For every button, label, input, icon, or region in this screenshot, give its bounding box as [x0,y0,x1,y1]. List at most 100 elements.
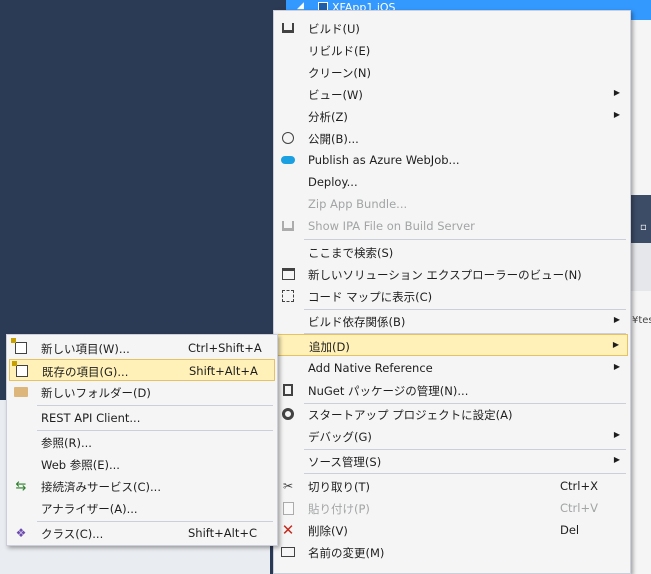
new-view-icon [280,266,296,282]
menu-item-delete[interactable]: ✕ 削除(V) Del [276,519,628,541]
code-map-icon [280,288,296,304]
menu-item-label: 追加(D) [309,340,350,354]
menu-item-label: 新しいソリューション エクスプローラーのビュー(N) [308,268,582,282]
gear-icon [280,406,296,422]
submenu-arrow-icon: ▶ [612,340,619,349]
menu-item-label: 貼り付け(P) [308,502,370,516]
menu-item-label: 切り取り(T) [308,480,370,494]
menu-item-label: アナライザー(A)... [41,502,138,516]
scissors-icon: ✂ [282,479,294,493]
right-panel-toolbar [630,243,651,291]
context-menu: ビルド(U) リビルド(E) クリーン(N) ビュー(W) ▶ 分析(Z) ▶ … [273,10,631,574]
menu-item-nuget[interactable]: NuGet パッケージの管理(N)... [276,379,628,401]
submenu-item-rest-api-client[interactable]: REST API Client... [9,407,275,429]
menu-item-label: ソース管理(S) [308,455,382,469]
menu-item-shortcut: Ctrl+Shift+A [188,341,262,355]
menu-item-label: REST API Client... [41,411,141,425]
menu-item-label: ビルド依存関係(B) [308,315,406,329]
menu-item-view[interactable]: ビュー(W) ▶ [276,83,628,105]
menu-item-label: Zip App Bundle... [308,197,408,211]
menu-item-source-control[interactable]: ソース管理(S) ▶ [276,450,628,472]
submenu-item-new-folder[interactable]: 新しいフォルダー(D) [9,381,275,403]
nuget-icon [280,382,296,398]
menu-item-zip-app-bundle[interactable]: Zip App Bundle... [276,193,628,215]
new-folder-icon [13,384,29,400]
submenu-item-connected-service[interactable]: ⇆ 接続済みサービス(C)... [9,475,275,497]
menu-item-label: Publish as Azure WebJob... [308,153,460,167]
menu-item-set-startup[interactable]: スタートアップ プロジェクトに設定(A) [276,403,628,425]
menu-item-build-dependencies[interactable]: ビルド依存関係(B) ▶ [276,310,628,332]
menu-item-shortcut: Ctrl+X [560,479,598,493]
submenu-item-web-reference[interactable]: Web 参照(E)... [9,453,275,475]
menu-item-label: 参照(R)... [41,436,92,450]
menu-item-cut[interactable]: ✂ 切り取り(T) Ctrl+X [276,475,628,497]
menu-item-new-explorer-view[interactable]: 新しいソリューション エクスプローラーのビュー(N) [276,263,628,285]
submenu-arrow-icon: ▶ [613,315,620,324]
menu-item-label: ビルド(U) [308,22,360,36]
submenu-item-new-item[interactable]: 新しい項目(W)... Ctrl+Shift+A [9,337,275,359]
menu-item-label: ここまで検索(S) [308,246,394,260]
menu-item-publish[interactable]: 公開(B)... [276,127,628,149]
build-icon [280,20,296,36]
submenu-item-class[interactable]: ❖ クラス(C)... Shift+Alt+C [9,522,275,544]
menu-separator [304,473,626,474]
delete-icon: ✕ [281,521,295,539]
menu-item-label: 既存の項目(G)... [42,365,129,379]
submenu-arrow-icon: ▶ [613,110,620,119]
menu-item-label: 接続済みサービス(C)... [41,480,161,494]
submenu-arrow-icon: ▶ [613,88,620,97]
menu-item-label: Show IPA File on Build Server [308,219,475,233]
menu-item-label: クリーン(N) [308,66,372,80]
menu-item-label: 名前の変更(M) [308,546,385,560]
menu-item-clean[interactable]: クリーン(N) [276,61,628,83]
menu-item-label: デバッグ(G) [308,430,372,444]
menu-item-build[interactable]: ビルド(U) [276,17,628,39]
menu-item-show-ipa[interactable]: Show IPA File on Build Server [276,215,628,237]
cloud-icon [280,152,296,168]
menu-item-label: NuGet パッケージの管理(N)... [308,384,469,398]
menu-item-label: 公開(B)... [308,132,359,146]
menu-item-paste[interactable]: 貼り付け(P) Ctrl+V [276,497,628,519]
right-panel-header [630,195,651,243]
menu-item-label: 削除(V) [308,524,348,538]
menu-item-label: 新しいフォルダー(D) [41,386,151,400]
menu-item-shortcut: Del [560,523,580,537]
menu-item-publish-webjob[interactable]: Publish as Azure WebJob... [276,149,628,171]
new-item-icon [11,338,29,356]
connected-service-icon: ⇆ [15,478,27,494]
menu-item-label: スタートアップ プロジェクトに設定(A) [308,408,513,422]
menu-item-label: 新しい項目(W)... [41,342,130,356]
menu-separator [304,239,626,240]
menu-item-rename[interactable]: 名前の変更(M) [276,541,628,563]
menu-item-shortcut: Shift+Alt+C [188,526,258,540]
submenu-item-reference[interactable]: 参照(R)... [9,431,275,453]
submenu-item-existing-item[interactable]: 既存の項目(G)... Shift+Alt+A [9,359,275,381]
menu-item-label: 分析(Z) [308,110,348,124]
build-server-icon [280,218,296,234]
class-icon: ❖ [15,526,27,540]
submenu-arrow-icon: ▶ [613,362,620,371]
menu-item-label: Deploy... [308,175,358,189]
menu-item-deploy[interactable]: Deploy... [276,171,628,193]
menu-item-analyze[interactable]: 分析(Z) ▶ [276,105,628,127]
menu-separator [37,405,273,406]
menu-item-code-map[interactable]: コード マップに表示(C) [276,285,628,307]
menu-item-debug[interactable]: デバッグ(G) ▶ [276,425,628,447]
rename-icon [280,544,296,560]
menu-item-scope-to-this[interactable]: ここまで検索(S) [276,241,628,263]
menu-item-add[interactable]: 追加(D) ▶ [276,334,628,356]
submenu-arrow-icon: ▶ [613,430,620,439]
menu-item-label: Add Native Reference [308,361,433,375]
path-fragment: ¥tes [632,315,651,326]
paste-icon [280,500,296,516]
menu-item-label: コード マップに表示(C) [308,290,433,304]
menu-item-label: クラス(C)... [41,527,104,541]
menu-item-shortcut: Ctrl+V [560,501,598,515]
pin-icon[interactable]: ▫ [640,222,647,233]
menu-item-add-native-reference[interactable]: Add Native Reference ▶ [276,357,628,379]
menu-item-label: Web 参照(E)... [41,458,120,472]
menu-item-rebuild[interactable]: リビルド(E) [276,39,628,61]
submenu-arrow-icon: ▶ [613,455,620,464]
submenu-item-analyzer[interactable]: アナライザー(A)... [9,497,275,519]
menu-item-label: ビュー(W) [308,88,363,102]
